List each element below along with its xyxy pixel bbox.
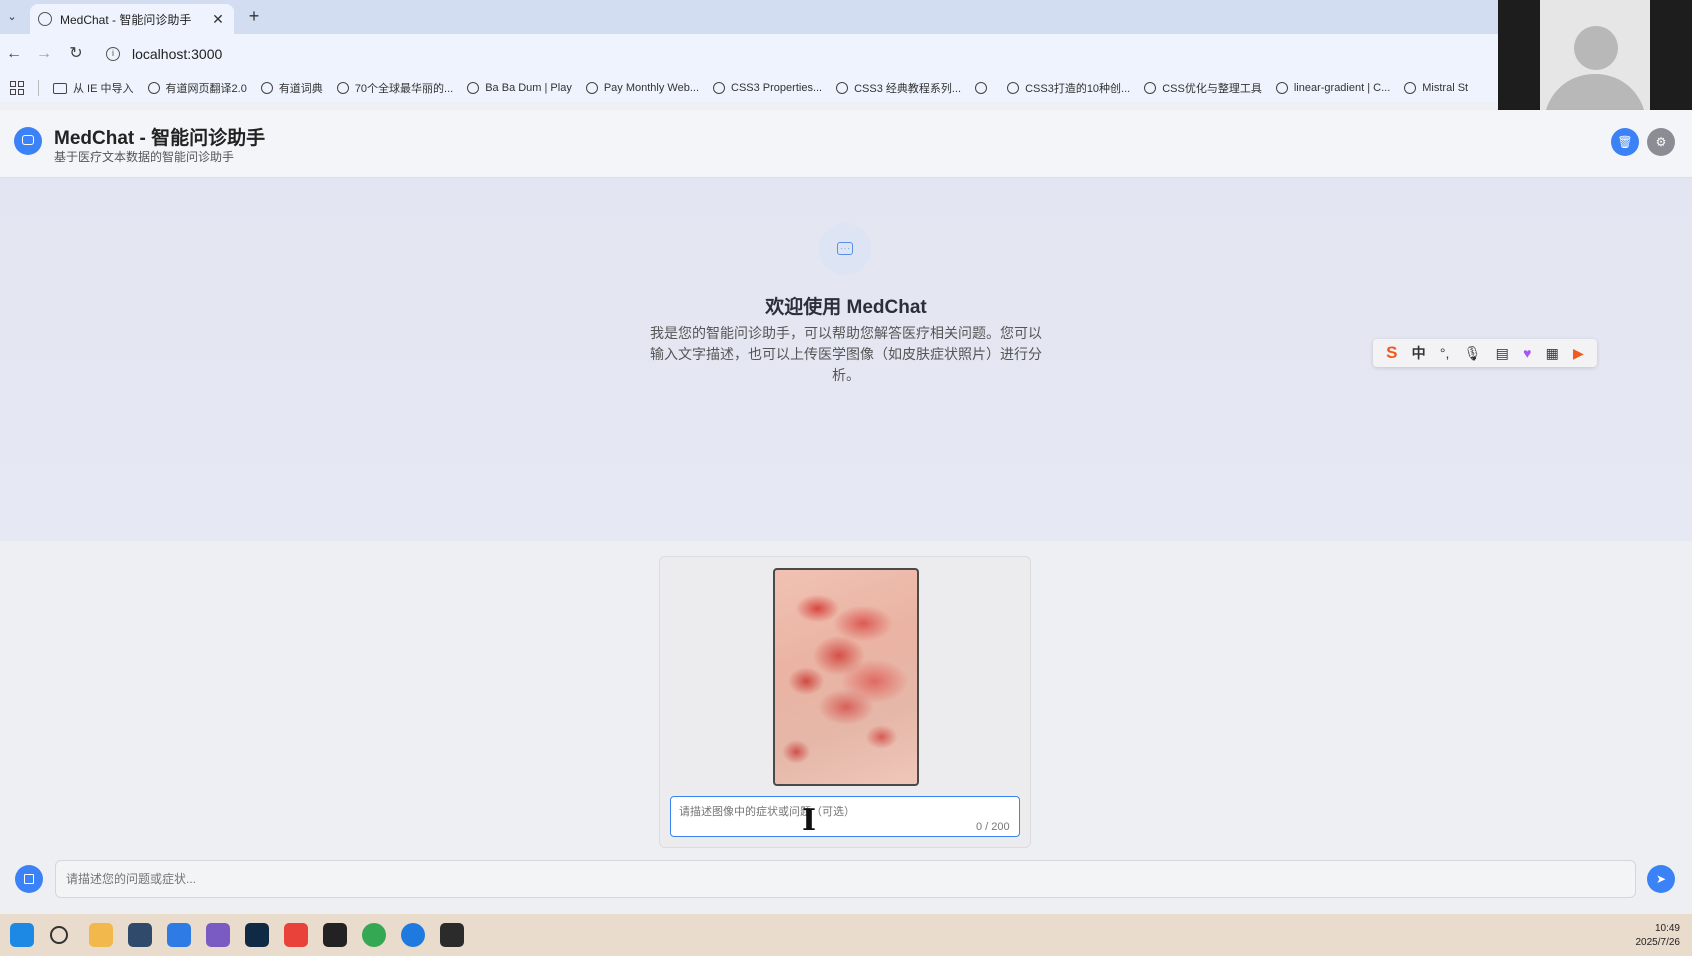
image-upload-card: 0 / 200 <box>659 556 1031 848</box>
apps-grid-icon[interactable] <box>10 81 24 95</box>
microphone-icon[interactable]: 🎙 <box>1464 345 1482 362</box>
clock-date: 2025/7/26 <box>1635 937 1681 948</box>
bookmark-item[interactable]: 70个全球最华丽的... <box>336 80 453 96</box>
skin-icon[interactable]: ♥ <box>1523 345 1531 361</box>
image-description-input[interactable] <box>670 796 1020 837</box>
user-avatar-placeholder <box>1540 0 1650 110</box>
more-icon[interactable]: ▶ <box>1573 345 1584 362</box>
app-header: MedChat - 智能问诊助手 基于医疗文本数据的智能问诊助手 🗑 ⚙ <box>0 110 1692 178</box>
upload-image-button[interactable] <box>15 865 43 893</box>
notion-icon[interactable] <box>323 923 347 947</box>
bookmarks-bar: 从 IE 中导入 有道网页翻译2.0 有道词典 70个全球最华丽的... Ba … <box>0 74 1500 102</box>
app-title: MedChat - 智能问诊助手 <box>54 128 266 149</box>
globe-icon <box>38 12 52 26</box>
site-info-icon[interactable]: i <box>106 47 120 61</box>
tab-title: MedChat - 智能问诊助手 <box>60 12 192 27</box>
globe-icon <box>1144 82 1157 94</box>
globe-icon <box>260 82 273 94</box>
folder-icon <box>53 82 67 94</box>
globe-icon <box>1275 82 1288 94</box>
app-subtitle: 基于医疗文本数据的智能问诊助手 <box>54 150 235 164</box>
chat-bubble-icon: ··· <box>819 223 871 275</box>
address-bar[interactable]: i localhost:3000 <box>106 40 1506 68</box>
close-tab-icon[interactable]: ✕ <box>210 11 226 28</box>
globe-icon <box>975 82 988 94</box>
bookmark-item[interactable]: 从 IE 中导入 <box>53 80 134 96</box>
ime-toolbar: S 中 °, 🎙 ▤ ♥ ▦ ▶ <box>1373 339 1597 367</box>
bookmark-item[interactable]: CSS3 Properties... <box>713 82 822 94</box>
back-arrow-icon[interactable]: ← <box>4 44 24 64</box>
char-count: 0 / 200 <box>976 821 1010 833</box>
os-taskbar: 10:49 2025/7/26 <box>0 914 1692 956</box>
webcam-overlay <box>1498 0 1692 110</box>
vscode-icon[interactable] <box>167 923 191 947</box>
terminal-icon[interactable] <box>440 923 464 947</box>
photoshop-icon[interactable] <box>245 923 269 947</box>
settings-button[interactable]: ⚙ <box>1647 128 1675 156</box>
globe-icon <box>1007 82 1020 94</box>
clock-time: 10:49 <box>1654 923 1680 934</box>
browser-tab-active[interactable]: MedChat - 智能问诊助手 ✕ <box>30 4 234 34</box>
chat-logo-icon <box>14 127 42 155</box>
bookmarks-divider <box>38 80 39 96</box>
bookmark-item[interactable]: Mistral St <box>1404 82 1468 94</box>
globe-icon <box>1404 82 1417 94</box>
uploaded-skin-image[interactable] <box>773 568 919 786</box>
globe-icon <box>147 82 160 94</box>
trash-icon: 🗑 <box>1617 135 1633 149</box>
avatar-shoulders <box>1544 74 1646 110</box>
send-icon: ➤ <box>1655 872 1667 886</box>
globe-icon <box>336 82 349 94</box>
welcome-title: 欢迎使用 MedChat <box>765 297 927 318</box>
bookmark-item[interactable]: CSS3打造的10种创... <box>1007 80 1130 96</box>
gear-icon: ⚙ <box>1655 135 1667 149</box>
welcome-description: 我是您的智能问诊助手，可以帮助您解答医疗相关问题。您可以输入文字描述，也可以上传… <box>650 325 1042 383</box>
chat-input[interactable] <box>55 860 1636 898</box>
clear-chat-button[interactable]: 🗑 <box>1611 128 1639 156</box>
bookmark-item[interactable]: CSS3 经典教程系列... <box>836 80 961 96</box>
search-icon[interactable] <box>50 926 68 944</box>
bookmark-item[interactable]: Ba Ba Dum | Play <box>467 82 572 94</box>
wps-icon[interactable] <box>284 923 308 947</box>
globe-icon <box>585 82 598 94</box>
bookmark-item[interactable] <box>975 82 993 94</box>
globe-icon <box>713 82 726 94</box>
bookmark-item[interactable]: 有道网页翻译2.0 <box>147 80 247 96</box>
system-clock[interactable]: 10:49 2025/7/26 <box>1636 922 1681 950</box>
reload-icon[interactable]: ↻ <box>66 44 86 64</box>
ime-logo[interactable]: S <box>1386 343 1397 363</box>
visual-studio-icon[interactable] <box>206 923 230 947</box>
chrome-icon[interactable] <box>362 923 386 947</box>
url-text: localhost:3000 <box>132 46 223 62</box>
grid-icon[interactable]: ▦ <box>1546 345 1559 362</box>
file-explorer-icon[interactable] <box>89 923 113 947</box>
bookmark-item[interactable]: Pay Monthly Web... <box>585 82 699 94</box>
ime-punct-toggle[interactable]: °, <box>1440 345 1450 361</box>
browser-toolbar: ← → ↻ i localhost:3000 <box>0 34 1692 74</box>
new-tab-button[interactable]: + <box>244 6 264 27</box>
ime-mode-toggle[interactable]: 中 <box>1412 343 1426 363</box>
avatar-head <box>1574 26 1618 70</box>
edge-icon[interactable] <box>401 923 425 947</box>
browser-tabstrip: ⌄ MedChat - 智能问诊助手 ✕ + <box>0 0 1692 34</box>
image-icon <box>24 874 34 884</box>
forward-arrow-icon[interactable]: → <box>34 44 54 64</box>
globe-icon <box>467 82 480 94</box>
start-icon[interactable] <box>10 923 34 947</box>
editor-icon[interactable] <box>128 923 152 947</box>
bookmark-item[interactable]: linear-gradient | C... <box>1275 82 1390 94</box>
bookmark-item[interactable]: 有道词典 <box>260 80 323 96</box>
bookmark-item[interactable]: CSS优化与整理工具 <box>1144 80 1262 96</box>
text-cursor-icon: I <box>802 803 817 838</box>
keyboard-icon[interactable]: ▤ <box>1496 345 1509 362</box>
send-button[interactable]: ➤ <box>1647 865 1675 893</box>
tab-list-chevron-icon[interactable]: ⌄ <box>2 7 22 27</box>
globe-icon <box>836 82 849 94</box>
chat-input-bar: ➤ <box>0 856 1692 914</box>
